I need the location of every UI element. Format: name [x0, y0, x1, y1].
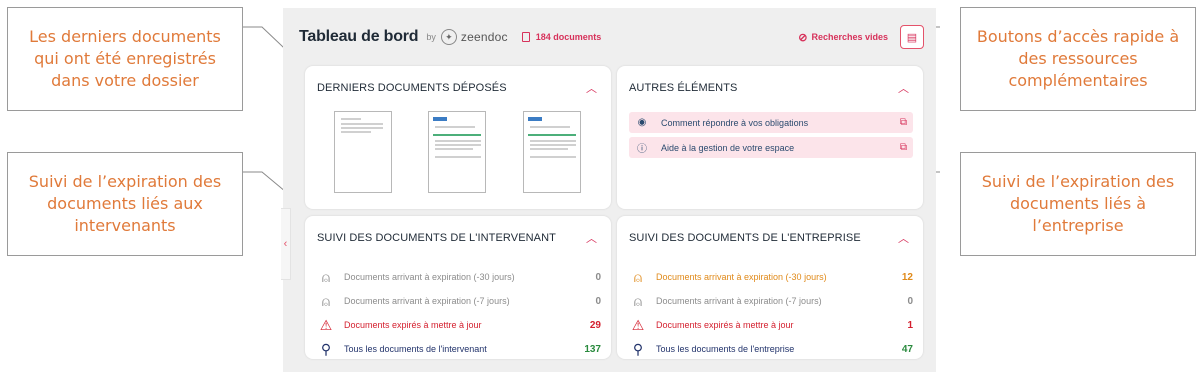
row-count: 0 — [595, 295, 601, 307]
row-label: Tous les documents de l'entreprise — [656, 344, 795, 354]
link-label: Comment répondre à vos obligations — [661, 117, 809, 128]
row-count: 0 — [907, 295, 913, 307]
eye-off-icon: ⊘ — [798, 31, 808, 44]
external-link-icon: ⧉ — [899, 117, 907, 128]
search-icon: ⚲ — [632, 340, 644, 357]
by-label: by — [426, 32, 436, 42]
warning-triangle-icon: ⚠ — [631, 316, 645, 333]
row-label: Documents arrivant à expiration (-30 jou… — [344, 272, 515, 282]
collapse-chevron-icon[interactable]: ︿ — [586, 230, 597, 246]
callout-contractor-tracking: Suivi de l’expiration des documents liés… — [7, 152, 243, 256]
row-label: Documents arrivant à expiration (-7 jour… — [656, 296, 822, 306]
expiring-30-row[interactable]: ⍝ Documents arrivant à expiration (-30 j… — [317, 266, 601, 288]
document-thumbnail[interactable] — [334, 111, 392, 193]
row-count: 137 — [584, 343, 601, 355]
callout-company-tracking: Suivi de l’expiration des documents liés… — [960, 152, 1196, 256]
document-thumbnail[interactable] — [523, 111, 581, 193]
empty-searches-link[interactable]: ⊘ Recherches vides — [798, 31, 888, 44]
row-count: 29 — [589, 319, 601, 331]
latest-documents-card: DERNIERS DOCUMENTS DÉPOSÉS ︿ — [305, 66, 611, 209]
expired-row[interactable]: ⚠ Documents expirés à mettre à jour 29 — [317, 314, 601, 336]
siren-icon: ⍝ — [321, 292, 331, 309]
file-icon — [521, 32, 530, 42]
row-count: 12 — [901, 271, 913, 283]
expiring-7-row[interactable]: ⍝ Documents arrivant à expiration (-7 jo… — [629, 290, 913, 312]
link-label: Aide à la gestion de votre espace — [661, 142, 795, 153]
row-count: 47 — [901, 343, 913, 355]
link-obligations[interactable]: ◉ Comment répondre à vos obligations ⧉ — [629, 112, 913, 133]
row-label: Tous les documents de l'intervenant — [344, 344, 487, 354]
warning-triangle-icon: ⚠ — [319, 316, 333, 333]
row-label: Documents expirés à mettre à jour — [344, 320, 482, 330]
chevron-left-icon: ‹ — [283, 238, 288, 250]
expiring-30-row[interactable]: ⍝ Documents arrivant à expiration (-30 j… — [629, 266, 913, 288]
sidebar-toggle[interactable]: ‹ — [281, 208, 291, 280]
document-count: 184 documents — [535, 32, 602, 42]
all-documents-row[interactable]: ⚲ Tous les documents de l'intervenant 13… — [317, 338, 601, 360]
collapse-chevron-icon[interactable]: ︿ — [898, 80, 909, 96]
document-count-link[interactable]: 184 documents — [521, 32, 602, 42]
company-documents-card: SUIVI DES DOCUMENTS DE L'ENTREPRISE ︿ ⍝ … — [617, 216, 923, 359]
other-elements-card: AUTRES ÉLÉMENTS ︿ ◉ Comment répondre à v… — [617, 66, 923, 209]
book-icon: ▤ — [906, 31, 918, 44]
question-circle-icon: ⓘ — [637, 144, 647, 155]
callout-quick-access: Boutons d’accès rapide à des ressources … — [960, 7, 1196, 111]
dashboard-panel: Tableau de bord by ✦ zeendoc 184 documen… — [283, 8, 936, 372]
card-title: SUIVI DES DOCUMENTS DE L'ENTREPRISE — [629, 232, 861, 244]
dashboard-header: Tableau de bord by ✦ zeendoc 184 documen… — [299, 24, 924, 50]
collapse-chevron-icon[interactable]: ︿ — [586, 80, 597, 96]
empty-searches-label: Recherches vides — [811, 32, 888, 42]
row-count: 1 — [907, 319, 913, 331]
card-title: SUIVI DES DOCUMENTS DE L'INTERVENANT — [317, 232, 556, 244]
external-link-icon: ⧉ — [899, 142, 907, 153]
annotated-screenshot: Les derniers documents qui ont été enreg… — [0, 0, 1203, 380]
siren-icon: ⍝ — [633, 292, 643, 309]
document-thumbnail[interactable] — [428, 111, 486, 193]
card-title: AUTRES ÉLÉMENTS — [629, 82, 738, 94]
link-help[interactable]: ⓘ Aide à la gestion de votre espace ⧉ — [629, 137, 913, 158]
card-title: DERNIERS DOCUMENTS DÉPOSÉS — [317, 82, 507, 94]
brand-name: zeendoc — [460, 30, 508, 44]
siren-icon: ⍝ — [633, 268, 643, 285]
row-label: Documents arrivant à expiration (-30 jou… — [656, 272, 827, 282]
row-label: Documents expirés à mettre à jour — [656, 320, 794, 330]
zeendoc-logo-icon: ✦ — [440, 29, 457, 45]
quick-access-button[interactable]: ▤ — [900, 25, 924, 49]
row-count: 0 — [595, 271, 601, 283]
search-icon: ⚲ — [320, 340, 332, 357]
siren-icon: ⍝ — [321, 268, 331, 285]
row-label: Documents arrivant à expiration (-7 jour… — [344, 296, 510, 306]
callout-latest-documents: Les derniers documents qui ont été enreg… — [7, 7, 243, 111]
collapse-chevron-icon[interactable]: ︿ — [898, 230, 909, 246]
expiring-7-row[interactable]: ⍝ Documents arrivant à expiration (-7 jo… — [317, 290, 601, 312]
expired-row[interactable]: ⚠ Documents expirés à mettre à jour 1 — [629, 314, 913, 336]
page-title: Tableau de bord — [299, 28, 419, 45]
eye-icon: ◉ — [637, 117, 647, 128]
all-documents-row[interactable]: ⚲ Tous les documents de l'entreprise 47 — [629, 338, 913, 360]
contractor-documents-card: SUIVI DES DOCUMENTS DE L'INTERVENANT ︿ ⍝… — [305, 216, 611, 359]
